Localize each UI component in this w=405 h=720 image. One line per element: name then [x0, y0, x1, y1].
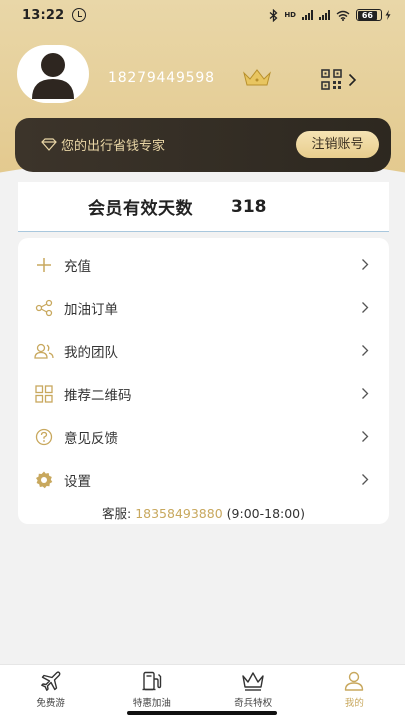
chevron-right-icon	[362, 345, 369, 356]
menu-label: 充值	[64, 258, 91, 275]
tab-label: 奇兵特权	[234, 698, 273, 709]
menu-item-my-team[interactable]: 我的团队	[18, 329, 389, 372]
member-slogan: 您的出行省钱专家	[61, 139, 166, 154]
qr-code-button[interactable]	[321, 69, 357, 90]
menu-item-recharge[interactable]: 充值	[18, 243, 389, 286]
airplane-icon	[40, 671, 61, 691]
member-card: 您的出行省钱专家 注销账号	[15, 118, 391, 172]
avatar[interactable]	[17, 45, 89, 103]
valid-days-box: 会员有效天数 318	[18, 182, 389, 232]
signal-2-icon	[319, 10, 330, 20]
menu-card: 充值 加油订单 我的团队 推荐二维码 意见反馈 设置 客服: 183584938…	[18, 238, 389, 524]
user-phone: 18279449598	[108, 70, 215, 86]
bluetooth-icon	[269, 8, 278, 22]
chevron-right-icon	[362, 302, 369, 313]
tab-mine[interactable]: 我的	[304, 665, 405, 720]
menu-label: 推荐二维码	[64, 387, 132, 404]
menu-item-fuel-orders[interactable]: 加油订单	[18, 286, 389, 329]
qr-code-icon	[321, 69, 342, 90]
menu-item-referral-qr[interactable]: 推荐二维码	[18, 372, 389, 415]
person-icon	[345, 671, 364, 691]
status-bar: 13:22 HD 66	[0, 0, 405, 30]
question-icon	[34, 427, 54, 447]
crown-icon[interactable]	[242, 68, 272, 88]
service-phone[interactable]: 18358493880	[135, 506, 222, 521]
gear-icon	[34, 470, 54, 490]
diamond-icon	[41, 138, 57, 151]
service-hours: (9:00-18:00)	[226, 506, 306, 521]
valid-days-label: 会员有效天数	[88, 199, 193, 219]
battery-level: 66	[357, 10, 378, 20]
menu-label: 意见反馈	[64, 430, 118, 447]
tab-label: 特惠加油	[132, 698, 171, 709]
user-avatar-icon	[32, 53, 74, 99]
menu-label: 设置	[64, 473, 91, 490]
grid-icon	[34, 384, 54, 404]
chevron-right-icon	[362, 388, 369, 399]
wifi-icon	[336, 10, 350, 21]
signal-icon	[302, 10, 313, 20]
plus-icon	[34, 255, 54, 275]
menu-item-settings[interactable]: 设置	[18, 458, 389, 501]
team-icon	[34, 341, 54, 361]
fuel-icon	[142, 671, 162, 691]
customer-service: 客服: 18358493880 (9:00-18:00)	[18, 503, 389, 522]
chevron-right-icon	[362, 259, 369, 270]
crown-icon	[242, 672, 264, 691]
tab-label: 免费游	[36, 698, 65, 709]
cancel-account-button[interactable]: 注销账号	[296, 131, 379, 158]
share-icon	[34, 298, 54, 318]
network-label: HD	[284, 11, 296, 19]
tab-label: 我的	[344, 698, 364, 709]
menu-item-feedback[interactable]: 意见反馈	[18, 415, 389, 458]
menu-label: 加油订单	[64, 301, 118, 318]
tab-free-travel[interactable]: 免费游	[0, 665, 101, 720]
valid-days-value: 318	[231, 196, 267, 217]
service-label: 客服:	[101, 506, 132, 521]
status-time: 13:22	[22, 7, 65, 23]
chevron-right-icon	[362, 474, 369, 485]
chevron-right-icon	[362, 431, 369, 442]
home-indicator[interactable]	[127, 711, 277, 715]
menu-label: 我的团队	[64, 344, 118, 361]
chevron-right-icon	[348, 73, 357, 86]
battery-icon: 66	[356, 9, 391, 21]
alarm-icon	[72, 8, 87, 22]
